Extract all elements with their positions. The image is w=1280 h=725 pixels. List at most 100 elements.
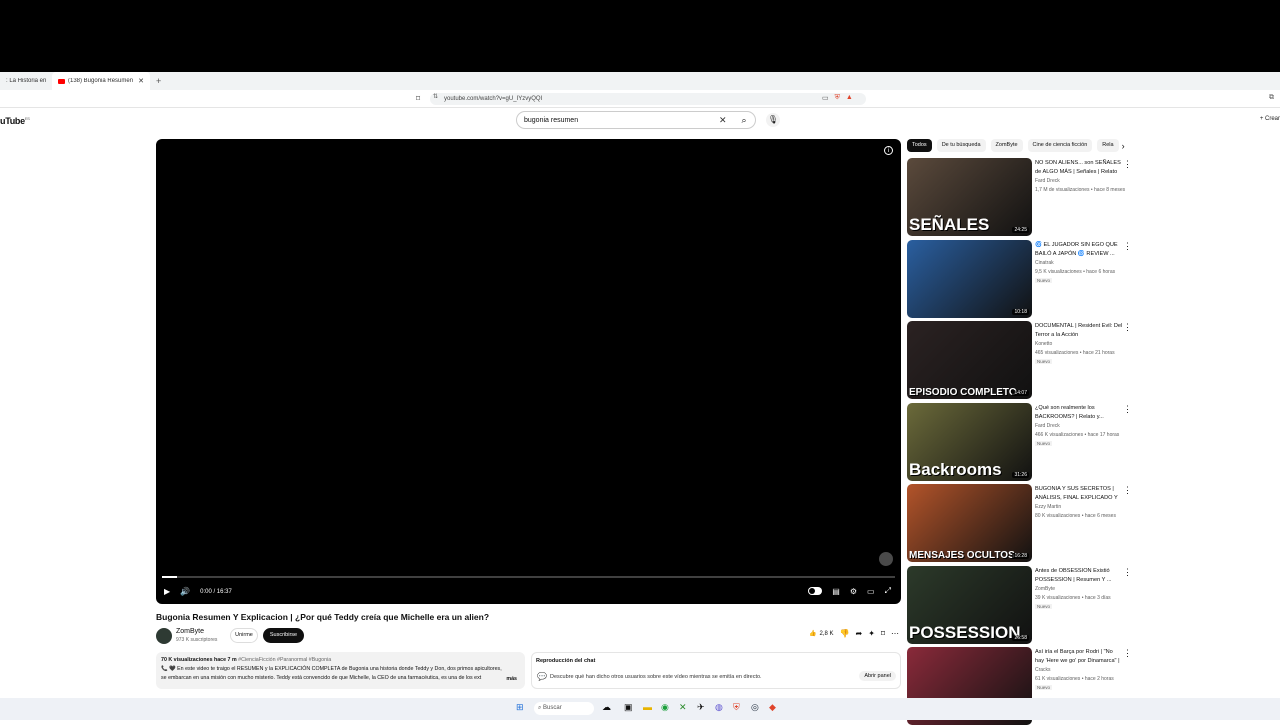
recommendation-title[interactable]: Así iría el Barça por Rodri | "No hay 'H… xyxy=(1035,648,1123,666)
youtube-logo[interactable]: uTubeES xyxy=(0,116,30,126)
search-box[interactable]: bugonia resumen ✕ ⌕ xyxy=(516,111,756,129)
chip-channel[interactable]: ZomByte xyxy=(990,139,1023,152)
brave-shield-icon[interactable]: ⛨ xyxy=(835,94,840,102)
tab-title: : La Historia en T... xyxy=(6,78,46,84)
chip-all[interactable]: Todos xyxy=(907,139,932,152)
recommendation-channel[interactable]: ZomByte xyxy=(1035,586,1055,592)
clear-search-icon[interactable]: ✕ xyxy=(719,115,733,126)
file-explorer-icon[interactable]: ▬ xyxy=(643,702,652,712)
task-view-icon[interactable]: ▣ xyxy=(624,702,633,713)
recommendation-title[interactable]: Antes de OBSESSION Existió POSSESSION | … xyxy=(1035,567,1123,585)
chip-from-search[interactable]: De tu búsqueda xyxy=(936,139,986,152)
microphone-icon[interactable]: 🎙 xyxy=(766,113,780,127)
bookmark-icon[interactable]: ⌑ xyxy=(416,94,420,103)
app-icon[interactable]: ✈ xyxy=(697,702,705,713)
subscribe-button[interactable]: Suscribirse xyxy=(263,628,304,643)
widgets-icon[interactable]: ☁ xyxy=(602,702,611,713)
video-player[interactable]: i ▶ 🔊 0:00 / 16:37 ▤ ⚙ ▭ ⤢ xyxy=(156,139,901,604)
recommendation-channel[interactable]: Cracks xyxy=(1035,667,1051,673)
volume-icon[interactable]: 🔊 xyxy=(180,587,190,596)
recommendation-channel[interactable]: Cinatrak xyxy=(1035,260,1054,266)
recommendation-item[interactable]: 10:18 🌀 EL JUGADOR SIN EGO QUE BAILÓ A JA… xyxy=(907,239,1135,318)
more-vert-icon[interactable]: ⋮ xyxy=(1123,486,1132,495)
extensions-icon[interactable]: ⧉ xyxy=(1269,94,1274,102)
video-thumbnail[interactable]: Backrooms 31:26 xyxy=(907,402,1032,481)
recommendation-title[interactable]: ¿Qué son realmente los BACKROOMS? | Rela… xyxy=(1035,404,1123,422)
progress-bar[interactable] xyxy=(162,576,895,578)
recommendation-item[interactable]: MENSAJES OCULTOS 16:28 BUGONIA Y SUS SECRE… xyxy=(907,484,1135,562)
more-vert-icon[interactable]: ⋮ xyxy=(1123,241,1132,251)
join-button[interactable]: Unirme xyxy=(230,628,258,643)
taskbar-search[interactable]: ⌕ Buscar xyxy=(534,702,594,715)
hashtags[interactable]: #CienciaFicción #Paranormal #Bugonia xyxy=(237,657,331,663)
save-bookmark-icon[interactable]: ⌑ xyxy=(881,629,885,638)
chevron-right-icon[interactable]: › xyxy=(1122,141,1125,151)
search-icon[interactable]: ⌕ xyxy=(733,115,755,126)
chrome-icon[interactable]: ◉ xyxy=(661,702,669,713)
screen-icon[interactable]: ▭ xyxy=(822,94,829,102)
theater-mode-icon[interactable]: ▭ xyxy=(867,587,875,596)
app-red-icon[interactable]: ◆ xyxy=(769,702,776,713)
recommendation-title[interactable]: NO SON ALIENS... son SEÑALES de ALGO MÁS… xyxy=(1035,159,1123,177)
more-vert-icon[interactable]: ⋮ xyxy=(1123,323,1132,332)
browser-tab-active[interactable]: (138) Bugonia Resumen Y Explic ✕ xyxy=(52,72,150,90)
recommendation-item[interactable]: POSSESSION 26:58 Antes de OBSESSION Existi… xyxy=(907,565,1135,644)
windows-start-icon[interactable]: ⊞ xyxy=(516,702,524,713)
steam-icon[interactable]: ◎ xyxy=(751,702,759,713)
play-icon[interactable]: ▶ xyxy=(164,587,170,596)
recommendation-channel[interactable]: Konetto xyxy=(1035,341,1052,347)
share-icon[interactable]: ➦ xyxy=(855,629,862,638)
more-options-icon[interactable]: ⋯ xyxy=(891,629,899,638)
recommendation-item[interactable]: SEÑALES 24:25 NO SON ALIENS... son SEÑALES… xyxy=(907,158,1135,236)
subtitles-icon[interactable]: ▤ xyxy=(832,587,840,596)
autoplay-toggle[interactable] xyxy=(808,587,823,595)
fullscreen-icon[interactable]: ⤢ xyxy=(885,586,891,596)
browser-tab[interactable]: : La Historia en T... xyxy=(0,72,52,90)
chip-scifi[interactable]: Cine de ciencia ficción xyxy=(1027,139,1093,152)
url-field[interactable]: youtube.com/watch?v=gU_IYzvyQQI xyxy=(430,93,866,105)
discord-icon[interactable]: ◍ xyxy=(715,702,723,713)
xbox-icon[interactable]: ✕ xyxy=(679,702,687,713)
channel-watermark[interactable] xyxy=(879,552,893,566)
description-box[interactable]: 70 K visualizaciones hace 7 m #CienciaFi… xyxy=(156,652,525,689)
info-icon[interactable]: i xyxy=(884,146,893,155)
create-button[interactable]: + Crear xyxy=(1260,116,1280,122)
more-vert-icon[interactable]: ⋮ xyxy=(1123,404,1132,414)
video-thumbnail[interactable]: MENSAJES OCULTOS 16:28 xyxy=(907,484,1032,562)
new-tab-button[interactable]: + xyxy=(156,76,161,86)
brave-rewards-icon[interactable]: ▲ xyxy=(846,94,853,102)
recommendation-meta: 466 K visualizaciones • hace 17 horas xyxy=(1035,431,1120,438)
video-thumbnail[interactable]: 10:18 xyxy=(907,239,1032,318)
settings-gear-icon[interactable]: ⚙ xyxy=(850,587,857,596)
recommendation-title[interactable]: BUGONIA Y SUS SECRETOS | ANÁLISIS, FINAL… xyxy=(1035,485,1123,503)
recommendation-item[interactable]: Backrooms 31:26 ¿Qué son realmente los BAC… xyxy=(907,402,1135,481)
brave-icon[interactable]: ⛨ xyxy=(733,702,740,713)
video-thumbnail[interactable]: EPISODIO COMPLETO 14:07 xyxy=(907,321,1032,399)
search-input[interactable]: bugonia resumen xyxy=(524,117,719,124)
recommendation-channel[interactable]: Fard Dreck xyxy=(1035,178,1060,184)
thumbs-up-icon: 👍 xyxy=(809,631,817,637)
show-more-link[interactable]: más xyxy=(502,675,517,684)
chip-related[interactable]: Rela xyxy=(1097,139,1119,152)
video-thumbnail[interactable]: SEÑALES 24:25 xyxy=(907,158,1032,236)
site-info-icon[interactable]: ⇅ xyxy=(433,93,438,100)
more-vert-icon[interactable]: ⋮ xyxy=(1123,567,1132,577)
like-button[interactable]: 👍 2,8 K xyxy=(809,630,834,638)
recommendation-title[interactable]: 🌀 EL JUGADOR SIN EGO QUE BAILÓ A JAPÓN 🌀… xyxy=(1035,241,1123,259)
more-vert-icon[interactable]: ⋮ xyxy=(1123,649,1132,658)
chat-text: Descubre qué han dicho otros usuarios so… xyxy=(550,674,762,680)
channel-name[interactable]: ZomByte xyxy=(176,628,204,635)
channel-avatar[interactable] xyxy=(156,628,172,644)
close-tab-icon[interactable]: ✕ xyxy=(138,77,144,85)
recommendation-meta: 465 visualizaciones • hace 21 horas xyxy=(1035,350,1115,356)
video-thumbnail[interactable]: POSSESSION 26:58 xyxy=(907,565,1032,644)
recommendation-title[interactable]: DOCUMENTAL | Resident Evil: Del Terror a… xyxy=(1035,322,1123,340)
more-vert-icon[interactable]: ⋮ xyxy=(1123,160,1132,169)
recommendation-channel[interactable]: Ezzy Martin xyxy=(1035,504,1061,510)
ask-sparkle-icon[interactable]: ✦ xyxy=(868,629,875,638)
open-panel-button[interactable]: Abrir panel xyxy=(859,671,896,681)
dislike-icon[interactable]: 👎 xyxy=(840,629,850,638)
recommendation-item[interactable]: EPISODIO COMPLETO 14:07 DOCUMENTAL | Resid… xyxy=(907,321,1135,399)
recommendation-channel[interactable]: Fard Dreck xyxy=(1035,423,1060,429)
time-display: 0:00 / 16:37 xyxy=(200,588,232,595)
